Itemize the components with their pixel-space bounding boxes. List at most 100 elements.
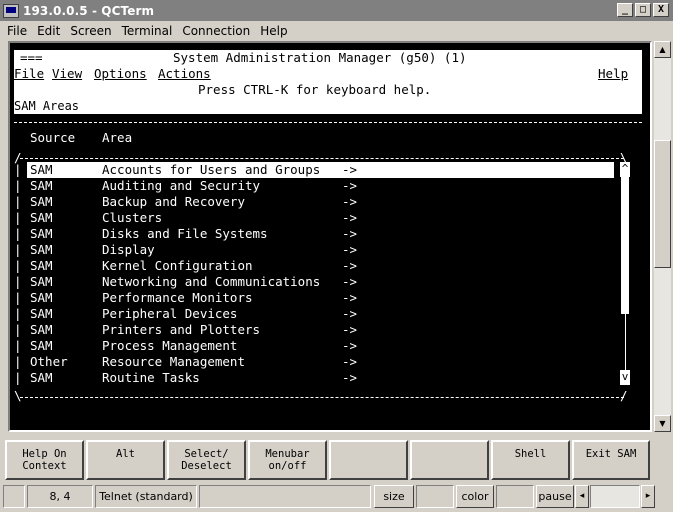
row-left-border: | [14, 258, 22, 273]
table-row[interactable]: | SAM Performance Monitors -> [14, 290, 642, 306]
size-field [416, 485, 454, 508]
row-submenu-arrow: -> [342, 338, 358, 353]
table-row[interactable]: | SAM Disks and File Systems -> [14, 226, 642, 242]
menu-connection[interactable]: Connection [177, 24, 255, 38]
table-row[interactable]: | SAM Routine Tasks -> [14, 370, 642, 386]
table-row[interactable]: | SAM Printers and Plotters -> [14, 322, 642, 338]
terminal-screen[interactable]: === System Administration Manager (g50) … [8, 41, 652, 432]
row-left-border: | [14, 178, 22, 193]
fkey-shell[interactable]: Shell [491, 440, 570, 480]
row-source: Other [30, 354, 68, 369]
row-area: Peripheral Devices [102, 306, 238, 321]
row-submenu-arrow: -> [342, 274, 358, 289]
row-area: Kernel Configuration [102, 258, 253, 273]
fkey-5[interactable] [329, 440, 408, 480]
sam-menu-view[interactable]: View [52, 66, 82, 82]
fkey-menubar-toggle[interactable]: Menubar on/off [248, 440, 327, 480]
table-row[interactable]: | SAM Kernel Configuration -> [14, 258, 642, 274]
status-scroll-track[interactable] [590, 485, 640, 508]
row-area: Process Management [102, 338, 238, 353]
row-source: SAM [30, 370, 53, 385]
table-row[interactable]: | SAM Backup and Recovery -> [14, 194, 642, 210]
table-row[interactable]: | SAM Display -> [14, 242, 642, 258]
column-headers: Source Area [14, 130, 642, 146]
function-key-bar: Help On Context Alt Select/ Deselect Men… [5, 440, 667, 480]
row-left-border: | [14, 322, 22, 337]
row-source: SAM [30, 162, 53, 177]
row-area: Networking and Communications [102, 274, 321, 289]
row-left-border: | [14, 370, 22, 385]
column-area: Area [102, 130, 133, 145]
fkey-6[interactable] [410, 440, 489, 480]
row-submenu-arrow: -> [342, 162, 358, 177]
menu-file[interactable]: File [2, 24, 32, 38]
sam-menu-options[interactable]: Options [94, 66, 147, 82]
sam-header: === System Administration Manager (g50) … [14, 50, 642, 66]
menu-edit[interactable]: Edit [32, 24, 65, 38]
row-left-border: | [14, 226, 22, 241]
status-bar: 8, 4 Telnet (standard) size color pause … [0, 485, 673, 510]
sam-areas-list[interactable]: / \ \ / ^ v | SAM Accounts for Users and Gro… [14, 150, 642, 403]
maximize-button[interactable]: □ [635, 3, 651, 17]
header-title: System Administration Manager (g50) (1) [173, 50, 467, 65]
fkey-exit-sam[interactable]: Exit SAM [572, 440, 650, 480]
table-row[interactable]: | SAM Process Management -> [14, 338, 642, 354]
status-indicator [3, 485, 25, 508]
close-button[interactable]: X [653, 3, 669, 17]
table-row[interactable]: | SAM Auditing and Security -> [14, 178, 642, 194]
sam-menu-file[interactable]: File [14, 66, 44, 82]
row-submenu-arrow: -> [342, 178, 358, 193]
table-row[interactable]: | Other Resource Management -> [14, 354, 642, 370]
status-message [199, 485, 371, 508]
table-row[interactable]: | SAM Clusters -> [14, 210, 642, 226]
pause-button[interactable]: pause [536, 485, 574, 508]
sam-menu-actions[interactable]: Actions [158, 66, 211, 82]
row-submenu-arrow: -> [342, 354, 358, 369]
row-source: SAM [30, 274, 53, 289]
row-left-border: | [14, 306, 22, 321]
minimize-button[interactable]: _ [617, 3, 633, 17]
app-menubar: File Edit Screen Terminal Connection Hel… [0, 21, 673, 40]
table-row[interactable]: | SAM Accounts for Users and Groups -> [14, 162, 642, 178]
row-submenu-arrow: -> [342, 306, 358, 321]
status-left-arrow-icon[interactable]: ◂ [575, 485, 589, 508]
row-source: SAM [30, 338, 53, 353]
window-title: 193.0.0.5 - QCTerm [23, 3, 155, 18]
color-button[interactable]: color [456, 485, 494, 508]
menu-help[interactable]: Help [255, 24, 292, 38]
size-button[interactable]: size [374, 485, 414, 508]
row-source: SAM [30, 194, 53, 209]
row-area: Clusters [102, 210, 163, 225]
row-submenu-arrow: -> [342, 242, 358, 257]
table-row[interactable]: | SAM Networking and Communications -> [14, 274, 642, 290]
row-left-border: | [14, 194, 22, 209]
resize-grip-icon[interactable] [657, 485, 671, 508]
fkey-alt[interactable]: Alt [86, 440, 165, 480]
column-source: Source [30, 130, 76, 145]
app-icon[interactable] [3, 3, 19, 18]
row-area: Resource Management [102, 354, 245, 369]
row-submenu-arrow: -> [342, 194, 358, 209]
scroll-thumb[interactable] [654, 140, 671, 268]
row-source: SAM [30, 258, 53, 273]
sam-menu-area: File View Options Actions Help Press CTR… [14, 66, 642, 114]
row-source: SAM [30, 210, 53, 225]
window-scrollbar[interactable]: ▲ ▼ [654, 41, 671, 432]
table-row[interactable]: | SAM Peripheral Devices -> [14, 306, 642, 322]
row-submenu-arrow: -> [342, 210, 358, 225]
fkey-help-on-context[interactable]: Help On Context [5, 440, 84, 480]
menu-screen[interactable]: Screen [65, 24, 116, 38]
row-area: Backup and Recovery [102, 194, 245, 209]
row-left-border: | [14, 242, 22, 257]
connection-type: Telnet (standard) [95, 485, 197, 508]
status-right-arrow-icon[interactable]: ▸ [641, 485, 655, 508]
scroll-down-icon[interactable]: ▼ [654, 415, 671, 432]
row-area: Disks and File Systems [102, 226, 268, 241]
section-title: SAM Areas [14, 99, 80, 113]
menu-terminal[interactable]: Terminal [117, 24, 178, 38]
fkey-select-deselect[interactable]: Select/ Deselect [167, 440, 246, 480]
scroll-up-icon[interactable]: ▲ [654, 41, 671, 58]
sam-menu-help[interactable]: Help [598, 66, 628, 82]
row-submenu-arrow: -> [342, 258, 358, 273]
corner-bl: \ [14, 388, 22, 403]
